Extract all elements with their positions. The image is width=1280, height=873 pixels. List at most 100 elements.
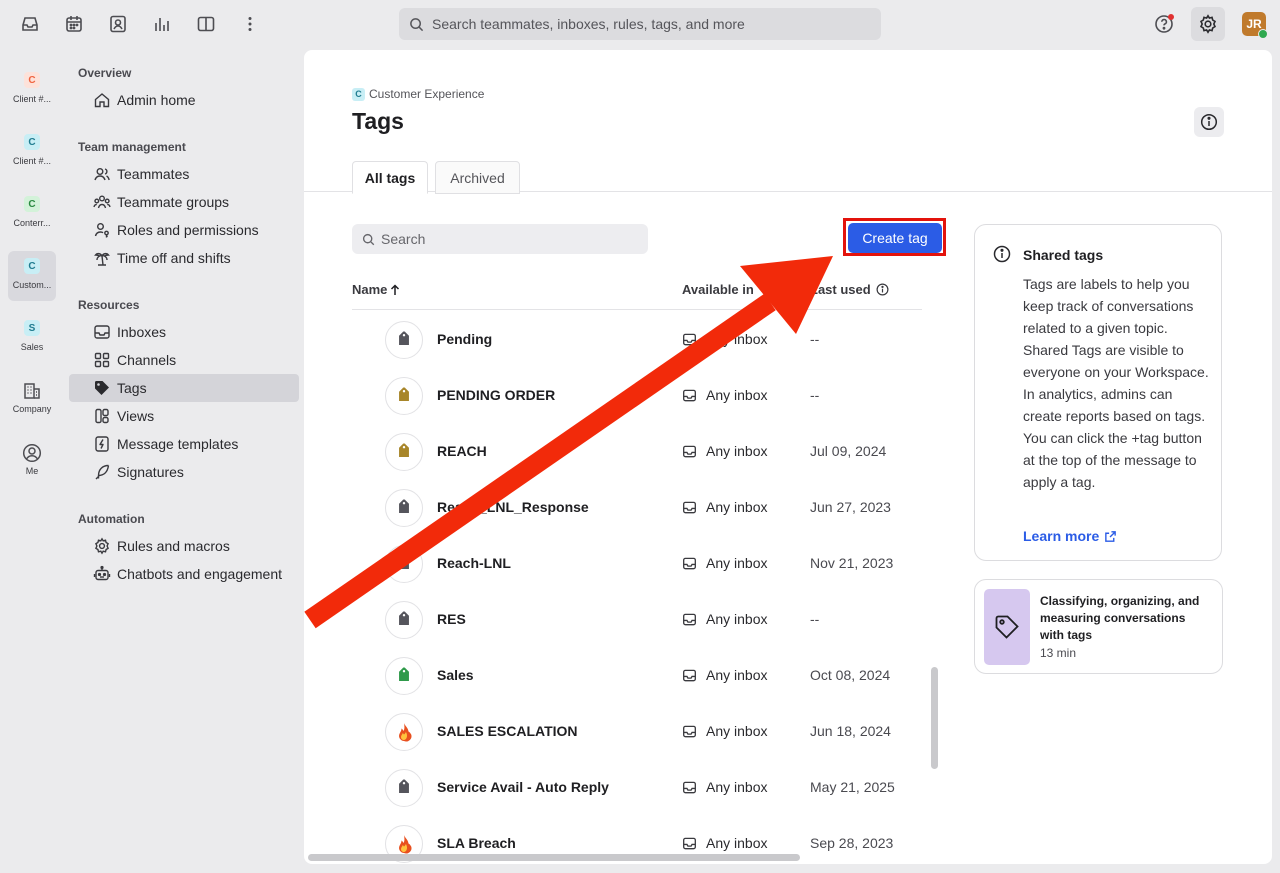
workspace-sales[interactable]: S Sales <box>8 313 56 363</box>
nav-label: Views <box>117 408 155 424</box>
column-header-last-used[interactable]: Last used <box>810 282 889 297</box>
tag-search-input[interactable]: Search <box>352 224 648 254</box>
create-tag-button[interactable]: Create tag <box>848 223 942 253</box>
section-heading-overview: Overview <box>78 66 132 80</box>
page-title: Tags <box>352 108 404 134</box>
tab-all-tags[interactable]: All tags <box>352 161 428 194</box>
table-row[interactable]: PENDING ORDER Any inbox -- <box>352 367 922 423</box>
nav-admin-home[interactable]: Admin home <box>69 86 299 114</box>
info-button[interactable] <box>1194 107 1224 137</box>
workspace-customer[interactable]: C Custom... <box>8 251 56 301</box>
table-row[interactable]: Reach-LNL Any inbox Nov 21, 2023 <box>352 535 922 591</box>
info-icon[interactable] <box>876 283 889 296</box>
inbox-icon[interactable] <box>16 10 44 38</box>
workspace-badge: S <box>24 320 40 336</box>
table-header-divider <box>352 309 922 310</box>
nav-label: Signatures <box>117 464 184 480</box>
nav-chatbots[interactable]: Chatbots and engagement <box>69 560 299 588</box>
workspace-conterr[interactable]: C Conterr... <box>8 189 56 239</box>
global-search-input[interactable]: Search teammates, inboxes, rules, tags, … <box>399 8 881 40</box>
available-in-cell: Any inbox <box>682 499 767 515</box>
inbox-scope: Any inbox <box>706 555 768 571</box>
inbox-icon <box>682 332 697 347</box>
tag-name[interactable]: Pending <box>437 331 492 347</box>
workspace-label: Client #... <box>12 156 52 166</box>
tutorial-video-card[interactable]: Classifying, organizing, and measuring c… <box>974 579 1223 674</box>
column-label: Name <box>352 282 388 297</box>
company-button[interactable]: Company <box>8 375 56 425</box>
inbox-scope: Any inbox <box>706 331 768 347</box>
views-icon <box>93 407 111 425</box>
table-row[interactable]: Service Avail - Auto Reply Any inbox May 2… <box>352 759 922 815</box>
table-row[interactable]: Pending Any inbox -- <box>352 311 922 367</box>
tag-name[interactable]: Reach-LNL <box>437 555 511 571</box>
inbox-icon <box>682 668 697 683</box>
tab-archived[interactable]: Archived <box>435 161 520 194</box>
search-icon <box>362 233 375 246</box>
column-header-available[interactable]: Available in <box>682 282 754 297</box>
table-row[interactable]: Sales Any inbox Oct 08, 2024 <box>352 647 922 703</box>
table-row[interactable]: REACH Any inbox Jul 09, 2024 <box>352 423 922 479</box>
nav-views[interactable]: Views <box>69 402 299 430</box>
inbox-icon <box>682 612 697 627</box>
breadcrumb[interactable]: C Customer Experience <box>352 87 484 101</box>
contacts-icon[interactable] <box>104 10 132 38</box>
nav-tags[interactable]: Tags <box>69 374 299 402</box>
tag-name[interactable]: SLA Breach <box>437 835 516 851</box>
tag-name[interactable]: SALES ESCALATION <box>437 723 578 739</box>
nav-channels[interactable]: Channels <box>69 346 299 374</box>
video-thumbnail <box>984 589 1030 665</box>
video-title: Classifying, organizing, and measuring c… <box>1040 594 1200 642</box>
workspace-badge: C <box>352 87 365 101</box>
inbox-scope: Any inbox <box>706 499 768 515</box>
nav-teammates[interactable]: Teammates <box>69 160 299 188</box>
inbox-icon <box>682 724 697 739</box>
nav-message-templates[interactable]: Message templates <box>69 430 299 458</box>
online-status-dot <box>1258 29 1268 39</box>
table-row[interactable]: Reach_LNL_Response Any inbox Jun 27, 2023 <box>352 479 922 535</box>
column-header-name[interactable]: Name <box>352 282 400 297</box>
inbox-icon <box>682 500 697 515</box>
table-row[interactable]: RES Any inbox -- <box>352 591 922 647</box>
tag-name[interactable]: Reach_LNL_Response <box>437 499 589 515</box>
help-button[interactable] <box>1150 10 1178 38</box>
available-in-cell: Any inbox <box>682 611 767 627</box>
video-duration: 13 min <box>1040 646 1077 660</box>
tag-name[interactable]: RES <box>437 611 466 627</box>
tag-name[interactable]: Service Avail - Auto Reply <box>437 779 609 795</box>
tag-name[interactable]: PENDING ORDER <box>437 387 555 403</box>
more-icon[interactable] <box>236 10 264 38</box>
analytics-icon[interactable] <box>148 10 176 38</box>
nav-rules-macros[interactable]: Rules and macros <box>69 532 299 560</box>
workspace-badge: C <box>24 196 40 212</box>
nav-inboxes[interactable]: Inboxes <box>69 318 299 346</box>
settings-button[interactable] <box>1191 7 1225 41</box>
knowledge-base-icon[interactable] <box>192 10 220 38</box>
nav-teammate-groups[interactable]: Teammate groups <box>69 188 299 216</box>
tag-name[interactable]: REACH <box>437 443 487 459</box>
nav-roles-permissions[interactable]: Roles and permissions <box>69 216 299 244</box>
workspace-label: Sales <box>20 342 44 352</box>
vertical-scrollbar[interactable] <box>931 667 938 769</box>
nav-label: Teammate groups <box>117 194 230 210</box>
workspace-client-1[interactable]: C Client #... <box>8 65 56 115</box>
workspace-client-2[interactable]: C Client #... <box>8 127 56 177</box>
me-button[interactable]: Me <box>8 437 56 487</box>
nav-time-off[interactable]: Time off and shifts <box>69 244 299 272</box>
tag-icon <box>385 377 423 415</box>
nav-label: Roles and permissions <box>117 222 259 238</box>
workspace-label: Client #... <box>12 94 52 104</box>
table-row[interactable]: SALES ESCALATION Any inbox Jun 18, 2024 <box>352 703 922 759</box>
inbox-scope: Any inbox <box>706 835 768 851</box>
last-used-cell: Sep 28, 2023 <box>810 835 894 851</box>
inbox-icon <box>682 388 697 403</box>
horizontal-scrollbar[interactable] <box>308 854 800 861</box>
tag-name[interactable]: Sales <box>437 667 474 683</box>
nav-signatures[interactable]: Signatures <box>69 458 299 486</box>
notification-dot <box>1168 14 1174 20</box>
inbox-scope: Any inbox <box>706 667 768 683</box>
calendar-icon[interactable] <box>60 10 88 38</box>
tag-icon <box>385 489 423 527</box>
available-in-cell: Any inbox <box>682 723 767 739</box>
learn-more-link[interactable]: Learn more <box>1023 528 1117 544</box>
